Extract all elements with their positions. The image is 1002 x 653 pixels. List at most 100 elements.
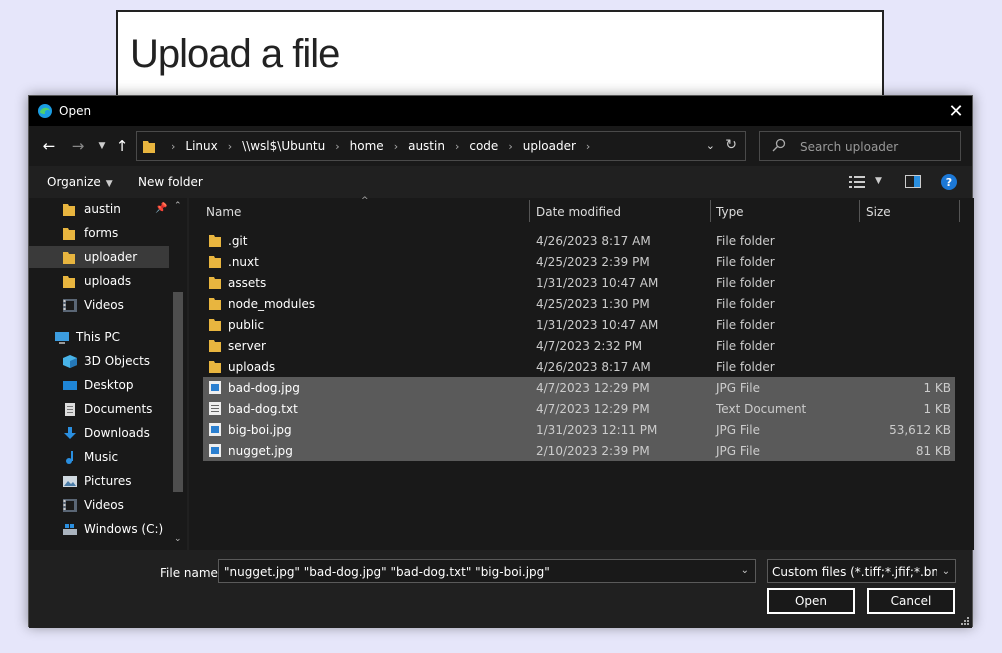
scroll-down-icon[interactable]: ⌄ <box>174 534 182 544</box>
file-date: 1/31/2023 10:47 AM <box>536 318 659 332</box>
back-button[interactable]: ← <box>39 136 59 156</box>
column-divider[interactable] <box>710 200 711 222</box>
file-row[interactable]: nugget.jpg 2/10/2023 2:39 PM JPG File 81… <box>203 440 955 461</box>
sidebar-item-downloads[interactable]: Downloads <box>29 422 169 444</box>
breadcrumb-item-uploader[interactable]: uploader <box>523 139 576 153</box>
file-name: public <box>228 318 265 332</box>
column-header-type[interactable]: Type <box>716 205 744 219</box>
file-row[interactable]: bad-dog.txt 4/7/2023 12:29 PM Text Docum… <box>203 398 955 419</box>
file-type-filter-value: Custom files (*.tiff;*.jfif;*.bmp;* <box>772 565 956 579</box>
scroll-up-icon[interactable]: ⌃ <box>174 201 182 211</box>
recent-locations-button[interactable]: ▼ <box>92 136 112 156</box>
file-size: 81 KB <box>915 444 951 458</box>
open-button[interactable]: Open <box>767 588 855 614</box>
file-type: File folder <box>716 255 775 269</box>
column-header-name[interactable]: Name <box>206 205 241 219</box>
search-input[interactable]: Search uploader <box>759 131 961 161</box>
file-type-filter[interactable]: Custom files (*.tiff;*.jfif;*.bmp;* ⌄ <box>767 559 956 583</box>
column-divider[interactable] <box>529 200 530 222</box>
sidebar-item-uploads[interactable]: uploads <box>29 270 169 292</box>
refresh-icon[interactable]: ↻ <box>725 137 737 153</box>
chevron-down-icon: ⌄ <box>937 560 955 582</box>
file-row[interactable]: .nuxt 4/25/2023 2:39 PM File folder <box>203 251 955 272</box>
downloads-icon <box>64 426 76 439</box>
videos-icon <box>63 298 77 312</box>
file-name-value: "nugget.jpg" "bad-dog.jpg" "bad-dog.txt"… <box>224 565 550 579</box>
sidebar-item-pictures[interactable]: Pictures <box>29 470 169 492</box>
close-button[interactable]: ✕ <box>940 96 972 126</box>
folder-icon <box>143 141 155 153</box>
file-type: File folder <box>716 234 775 248</box>
sidebar-item-3d-objects[interactable]: 3D Objects <box>29 350 169 372</box>
file-date: 1/31/2023 10:47 AM <box>536 276 659 290</box>
sidebar-item-windows-c[interactable]: Windows (C:) <box>29 518 169 540</box>
videos-icon <box>63 498 77 512</box>
file-name: node_modules <box>228 297 316 311</box>
file-row[interactable]: node_modules 4/25/2023 1:30 PM File fold… <box>203 293 955 314</box>
column-divider[interactable] <box>859 200 860 222</box>
chevron-down-icon[interactable]: ⌄ <box>741 565 749 576</box>
sidebar-item-label: Videos <box>84 298 124 312</box>
file-name: .nuxt <box>228 255 259 269</box>
file-row[interactable]: public 1/31/2023 10:47 AM File folder <box>203 314 955 335</box>
folder-icon <box>209 277 221 289</box>
forward-button[interactable]: → <box>68 136 88 156</box>
chevron-right-icon: › <box>508 139 513 153</box>
file-type: JPG File <box>716 381 760 395</box>
sidebar-item-label: Downloads <box>84 426 150 440</box>
sidebar-item-this-pc[interactable]: This PC <box>29 326 169 348</box>
preview-pane-icon[interactable] <box>905 175 921 188</box>
sidebar-item-videos[interactable]: Videos <box>29 294 169 316</box>
breadcrumb-item-ubuntu[interactable]: \\wsl$\Ubuntu <box>242 139 325 153</box>
file-row[interactable]: uploads 4/26/2023 8:17 AM File folder <box>203 356 955 377</box>
text-file-icon <box>209 402 221 415</box>
organize-menu[interactable]: Organize ▼ <box>47 175 113 189</box>
desktop-icon <box>63 380 77 390</box>
navigation-bar: ← → ▼ ↑ › Linux › \\wsl$\Ubuntu › home ›… <box>29 126 972 166</box>
file-row[interactable]: big-boi.jpg 1/31/2023 12:11 PM JPG File … <box>203 419 955 440</box>
new-folder-button[interactable]: New folder <box>138 175 203 189</box>
file-row[interactable]: server 4/7/2023 2:32 PM File folder <box>203 335 955 356</box>
folder-icon <box>209 340 221 352</box>
search-icon <box>772 138 786 152</box>
column-header-size[interactable]: Size <box>866 205 891 219</box>
open-file-dialog: Open ✕ ← → ▼ ↑ › Linux › \\wsl$\Ubuntu ›… <box>28 95 974 628</box>
chevron-right-icon: › <box>393 139 399 153</box>
file-name: assets <box>228 276 267 290</box>
file-name-field[interactable]: "nugget.jpg" "bad-dog.jpg" "bad-dog.txt"… <box>218 559 756 583</box>
breadcrumb-item-code[interactable]: code <box>469 139 498 153</box>
column-divider[interactable] <box>959 200 960 222</box>
view-list-icon[interactable] <box>849 175 865 189</box>
breadcrumb-item-austin[interactable]: austin <box>408 139 445 153</box>
address-history-dropdown[interactable]: ⌄ <box>706 139 715 152</box>
sidebar-item-austin[interactable]: austin 📌 <box>29 198 169 220</box>
drive-icon <box>63 523 77 535</box>
sidebar-item-desktop[interactable]: Desktop <box>29 374 169 396</box>
sidebar-item-forms[interactable]: forms <box>29 222 169 244</box>
folder-icon <box>63 251 75 264</box>
sidebar-scrollbar-thumb[interactable] <box>173 292 183 492</box>
file-row[interactable]: bad-dog.jpg 4/7/2023 12:29 PM JPG File 1… <box>203 377 955 398</box>
breadcrumb-item-home[interactable]: home <box>350 139 384 153</box>
chevron-right-icon: › <box>335 139 340 153</box>
resize-grip-icon[interactable] <box>960 616 970 626</box>
address-bar[interactable]: › Linux › \\wsl$\Ubuntu › home › austin … <box>136 131 746 161</box>
file-date: 4/7/2023 2:32 PM <box>536 339 643 353</box>
sidebar-item-music[interactable]: Music <box>29 446 169 468</box>
cancel-button[interactable]: Cancel <box>867 588 955 614</box>
pin-icon: 📌 <box>155 203 168 214</box>
sidebar-item-uploader[interactable]: uploader <box>29 246 169 268</box>
breadcrumb: › Linux › \\wsl$\Ubuntu › home › austin … <box>161 139 600 153</box>
sidebar-item-label: Documents <box>84 402 153 416</box>
view-options-caret-icon[interactable]: ▼ <box>875 176 882 186</box>
up-button[interactable]: ↑ <box>112 136 132 156</box>
chevron-right-icon: › <box>454 139 460 153</box>
column-header-date[interactable]: Date modified <box>536 205 621 219</box>
file-row[interactable]: .git 4/26/2023 8:17 AM File folder <box>203 230 955 251</box>
sidebar-item-documents[interactable]: Documents <box>29 398 169 420</box>
sidebar-item-videos-2[interactable]: Videos <box>29 494 169 516</box>
breadcrumb-item-linux[interactable]: Linux <box>185 139 217 153</box>
sort-ascending-icon: ^ <box>361 196 369 206</box>
file-row[interactable]: assets 1/31/2023 10:47 AM File folder <box>203 272 955 293</box>
help-icon[interactable]: ? <box>941 174 957 190</box>
